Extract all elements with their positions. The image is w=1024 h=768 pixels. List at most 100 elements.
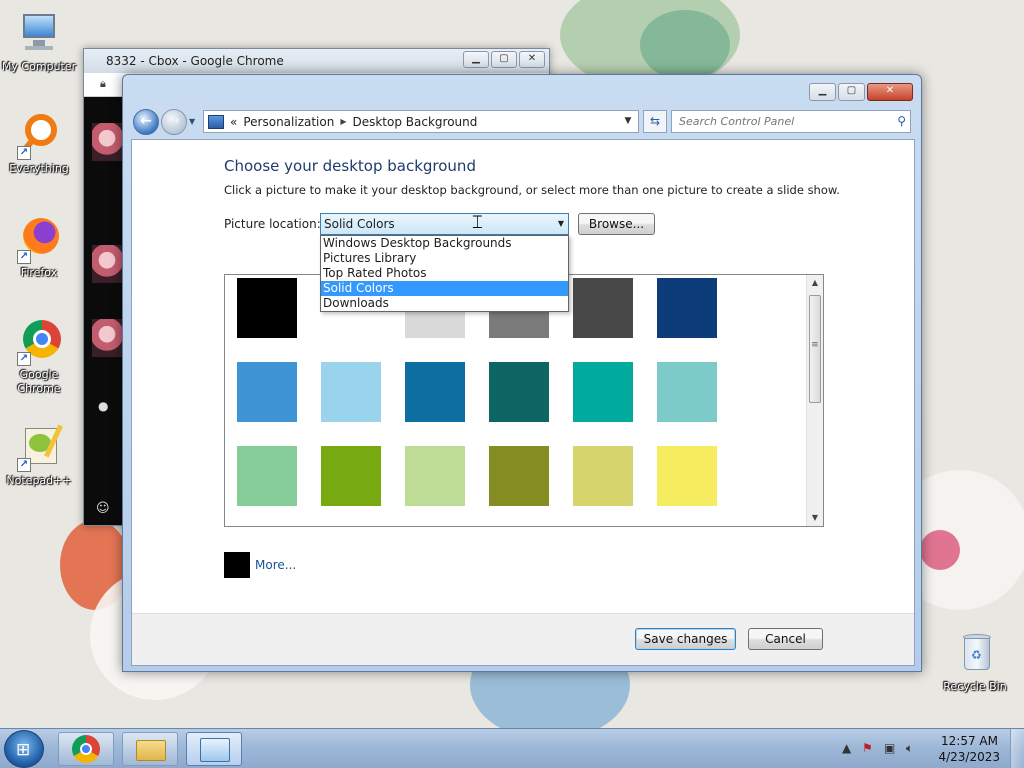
scrollbar-thumb[interactable]: [809, 295, 821, 403]
scroll-up-icon[interactable]: ▲: [807, 275, 823, 291]
everything-icon: ↗: [15, 112, 63, 160]
control-panel-window[interactable]: ▁ ▢ ✕ ← → ▼ « Personalization ▶ Desktop …: [122, 74, 922, 672]
color-swatch[interactable]: [321, 362, 381, 422]
refresh-button[interactable]: ⇆: [643, 110, 667, 133]
color-swatch[interactable]: [237, 446, 297, 506]
windows-logo-icon: ⊞: [16, 740, 31, 760]
color-swatch[interactable]: [321, 446, 381, 506]
address-bar[interactable]: « Personalization ▶ Desktop Background ▼: [203, 110, 639, 133]
mouse-cursor-icon: ⌶: [472, 212, 483, 233]
wallpaper-flower: [920, 530, 960, 570]
browse-button[interactable]: Browse...: [578, 213, 655, 235]
search-input[interactable]: [672, 111, 882, 132]
desktop-icon-label: Notepad++: [6, 474, 72, 487]
system-tray: ▲ ⚑ ▣ 🔈︎ 12:57 AM 4/23/2023: [834, 729, 1024, 768]
shortcut-arrow-icon: ↗: [17, 352, 31, 366]
color-swatch[interactable]: [573, 278, 633, 338]
volume-muted-icon[interactable]: 🔈︎: [906, 741, 913, 756]
maximize-button[interactable]: ▢: [491, 51, 517, 68]
chrome-title-bar[interactable]: 8332 - Cbox - Google Chrome ▁ ▢ ✕: [84, 49, 549, 73]
desktop-icon-notepad-plus-plus[interactable]: ↗ Notepad++: [0, 424, 78, 488]
taskbar: ⊞ ▲ ⚑ ▣ 🔈︎ 12:57 AM 4/23/2023: [0, 728, 1024, 768]
address-dropdown-icon[interactable]: ▼: [620, 113, 636, 130]
content-pane: Choose your desktop background Click a p…: [131, 139, 915, 666]
shortcut-arrow-icon: ↗: [17, 458, 31, 472]
chrome-window-title: 8332 - Cbox - Google Chrome: [106, 54, 284, 68]
minimize-button[interactable]: ▁: [463, 51, 489, 68]
dropdown-option[interactable]: Solid Colors: [321, 281, 568, 296]
smiley-icon[interactable]: ☺: [96, 501, 110, 516]
notepad-plus-plus-icon: ↗: [15, 424, 63, 472]
cancel-button[interactable]: Cancel: [748, 628, 823, 650]
current-color-swatch[interactable]: [224, 552, 250, 578]
save-changes-button[interactable]: Save changes: [635, 628, 736, 650]
close-button[interactable]: ✕: [519, 51, 545, 68]
clock-date[interactable]: 4/23/2023: [938, 750, 1000, 764]
footer-bar: Save changes Cancel: [132, 613, 914, 665]
search-box[interactable]: ⚲: [671, 110, 911, 133]
color-swatch[interactable]: [657, 362, 717, 422]
desktop-icon-google-chrome[interactable]: ↗ Google Chrome: [0, 318, 78, 396]
show-desktop-button[interactable]: [1010, 729, 1024, 768]
scroll-down-icon[interactable]: ▼: [807, 510, 823, 526]
color-swatch[interactable]: [573, 362, 633, 422]
desktop-icon-my-computer[interactable]: My Computer: [0, 10, 78, 74]
color-swatch[interactable]: [405, 446, 465, 506]
recent-pages-dropdown[interactable]: ▼: [189, 117, 195, 126]
recycle-bin-icon: ♻: [951, 630, 999, 678]
shortcut-arrow-icon: ↗: [17, 146, 31, 160]
forward-button[interactable]: →: [161, 109, 187, 135]
avatar: [92, 123, 122, 161]
picture-location-value: Solid Colors: [324, 217, 395, 231]
color-swatch[interactable]: [489, 446, 549, 506]
more-colors-link[interactable]: More...: [255, 558, 296, 572]
network-icon[interactable]: ▣: [884, 741, 895, 755]
taskbar-explorer[interactable]: [122, 732, 178, 766]
desktop-icon-everything[interactable]: ↗ Everything: [0, 112, 78, 176]
wallpaper-art: [640, 10, 730, 80]
action-center-flag-icon[interactable]: ⚑: [862, 741, 873, 755]
dropdown-option[interactable]: Top Rated Photos: [321, 266, 568, 281]
taskbar-chrome[interactable]: [58, 732, 114, 766]
chevron-down-icon[interactable]: ▼: [558, 214, 564, 234]
control-panel-icon: [208, 114, 224, 129]
show-hidden-icons-icon[interactable]: ▲: [842, 741, 851, 755]
desktop-icon-label: Recycle Bin: [943, 680, 1007, 693]
desktop-icon-label: My Computer: [1, 60, 77, 73]
color-swatch[interactable]: [657, 446, 717, 506]
dropdown-option[interactable]: Pictures Library: [321, 251, 568, 266]
breadcrumb-separator-icon[interactable]: ▶: [340, 117, 346, 126]
close-button[interactable]: ✕: [867, 83, 913, 101]
dropdown-option[interactable]: Windows Desktop Backgrounds: [321, 236, 568, 251]
color-swatch[interactable]: [237, 362, 297, 422]
clock-time[interactable]: 12:57 AM: [941, 734, 998, 748]
color-swatch[interactable]: [237, 278, 297, 338]
vertical-scrollbar[interactable]: ▲ ▼: [806, 275, 823, 526]
picture-location-label: Picture location:: [224, 217, 321, 231]
maximize-button[interactable]: ▢: [838, 83, 865, 101]
color-swatch[interactable]: [657, 278, 717, 338]
user-icon[interactable]: ●: [98, 399, 108, 413]
control-panel-icon: [200, 738, 230, 762]
desktop-icon-recycle-bin[interactable]: ♻ Recycle Bin: [936, 630, 1014, 694]
taskbar-control-panel[interactable]: [186, 732, 242, 766]
picture-location-select[interactable]: Solid Colors ▼: [320, 213, 569, 235]
shortcut-arrow-icon: ↗: [17, 250, 31, 264]
desktop-icon-firefox[interactable]: ↗ Firefox: [0, 216, 78, 280]
color-swatch[interactable]: [573, 446, 633, 506]
back-button[interactable]: ←: [133, 109, 159, 135]
lock-icon: 🔒︎: [100, 77, 106, 90]
breadcrumb-personalization[interactable]: Personalization: [243, 115, 334, 129]
page-description: Click a picture to make it your desktop …: [224, 183, 840, 197]
color-swatch[interactable]: [489, 362, 549, 422]
chrome-icon-center: [80, 743, 92, 755]
start-button[interactable]: ⊞: [4, 730, 44, 768]
swatch-list: [237, 278, 717, 506]
dropdown-option[interactable]: Downloads: [321, 296, 568, 311]
breadcrumb-overflow[interactable]: «: [230, 115, 237, 129]
search-icon[interactable]: ⚲: [897, 114, 906, 128]
breadcrumb-desktop-background[interactable]: Desktop Background: [352, 115, 477, 129]
avatar: [92, 245, 122, 283]
minimize-button[interactable]: ▁: [809, 83, 836, 101]
color-swatch[interactable]: [405, 362, 465, 422]
